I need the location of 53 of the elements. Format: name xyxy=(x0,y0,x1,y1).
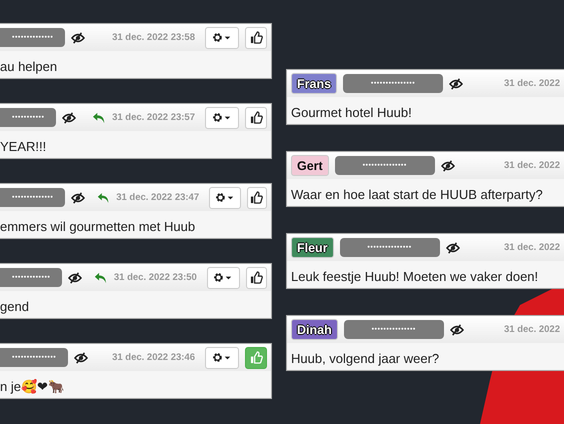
thumbs-up-icon xyxy=(250,191,264,204)
message-date: 31 dec. 2022 23:50 xyxy=(114,272,197,283)
message-text: Huub, volgend jaar weer? xyxy=(290,350,440,368)
message-date: 31 dec. 2022 xyxy=(504,242,560,253)
gear-caret-icon xyxy=(214,192,235,203)
author-badge: Dinah xyxy=(291,319,338,340)
hidden-eye-icon[interactable] xyxy=(71,32,86,44)
hidden-eye-icon[interactable] xyxy=(71,192,86,204)
hidden-eye-icon[interactable] xyxy=(450,324,464,336)
message-date: 31 dec. 2022 xyxy=(504,324,560,335)
hidden-eye-icon[interactable] xyxy=(68,272,82,284)
message-text: emmers wil gourmetten met Huub xyxy=(0,218,196,236)
gear-caret-icon xyxy=(212,112,232,123)
author-badge: Frans xyxy=(291,73,338,94)
like-button[interactable] xyxy=(245,106,267,128)
message-date: 31 dec. 2022 xyxy=(504,160,560,171)
thumbs-up-icon xyxy=(250,111,262,124)
hidden-eye-icon[interactable] xyxy=(440,160,455,172)
like-button[interactable] xyxy=(245,26,267,48)
message-text: YEAR!!! xyxy=(0,138,48,156)
author-badge: Fleur xyxy=(291,237,334,258)
settings-dropdown-button[interactable] xyxy=(209,186,241,208)
settings-dropdown-button[interactable] xyxy=(205,346,239,368)
author-badge: Gert xyxy=(291,155,329,176)
hidden-eye-icon[interactable] xyxy=(74,352,88,364)
settings-dropdown-button[interactable] xyxy=(206,266,240,288)
hidden-eye-icon[interactable] xyxy=(62,112,76,124)
message-text: n je🥰❤🐂 xyxy=(0,378,65,396)
message-text: gend xyxy=(0,298,30,316)
reply-icon xyxy=(92,112,106,124)
message-text: Waar en hoe laat start de HUUB afterparty? xyxy=(290,186,544,204)
thumbs-up-icon xyxy=(250,351,262,364)
message-text: au helpen xyxy=(0,58,58,76)
reply-icon xyxy=(97,192,110,204)
message-date: 31 dec. 2022 23:46 xyxy=(112,352,195,363)
settings-dropdown-button[interactable] xyxy=(205,26,239,48)
gear-caret-icon xyxy=(213,272,234,283)
message-date: 31 dec. 2022 23:58 xyxy=(112,32,195,43)
message-date: 31 dec. 2022 23:57 xyxy=(112,112,195,123)
message-text: Leuk feestje Huub! Moeten we vaker doen! xyxy=(290,268,540,286)
gear-caret-icon xyxy=(212,32,232,43)
hidden-eye-icon[interactable] xyxy=(449,78,464,90)
message-date: 31 dec. 2022 xyxy=(504,78,560,89)
thumbs-up-icon xyxy=(250,271,263,284)
message-text: Gourmet hotel Huub! xyxy=(290,104,413,122)
thumbs-up-icon xyxy=(250,31,262,44)
message-date: 31 dec. 2022 23:47 xyxy=(116,192,200,203)
like-button[interactable] xyxy=(246,186,267,208)
like-button[interactable] xyxy=(246,266,267,288)
settings-dropdown-button[interactable] xyxy=(205,106,239,128)
hidden-eye-icon[interactable] xyxy=(446,242,460,254)
gear-caret-icon xyxy=(212,352,232,363)
reply-icon xyxy=(94,272,108,284)
